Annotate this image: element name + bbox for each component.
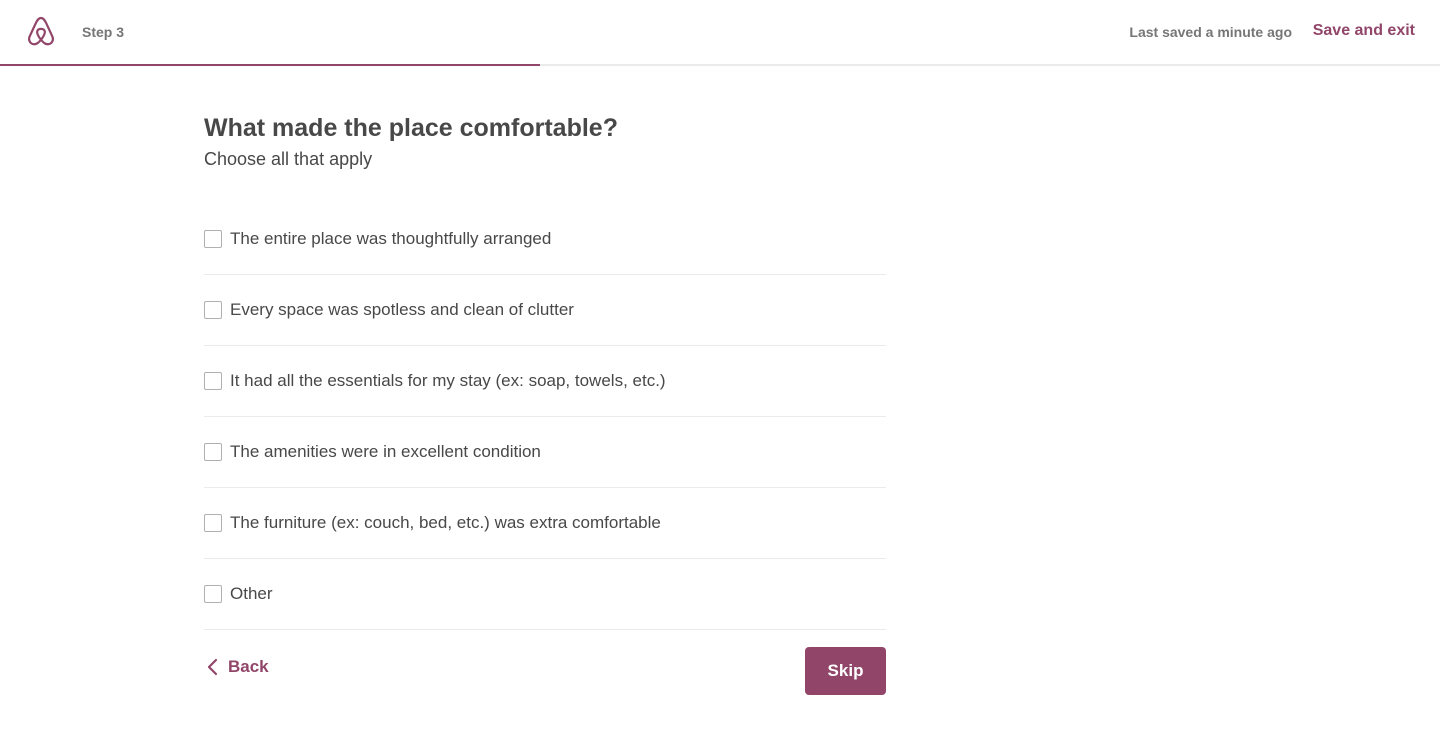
option-label: Other [230,584,273,603]
back-label: Back [228,657,269,676]
chevron-left-icon [204,658,220,676]
checkbox[interactable] [204,514,222,532]
back-button[interactable]: Back [204,657,269,677]
checkbox[interactable] [204,230,222,248]
option-label: The entire place was thoughtfully arrang… [230,229,552,248]
option-label: The furniture (ex: couch, bed, etc.) was… [230,513,661,532]
skip-button[interactable]: Skip [805,647,886,695]
save-and-exit-button[interactable]: Save and exit [1313,21,1415,41]
chevron-left-svg [207,658,218,676]
airbnb-logo-icon[interactable] [24,14,58,50]
option-label: The amenities were in excellent conditio… [230,442,541,461]
step-indicator: Step 3 [82,24,125,40]
option-row[interactable]: Every space was spotless and clean of cl… [204,275,886,346]
options-list: The entire place was thoughtfully arrang… [204,204,886,630]
option-row[interactable]: Other [204,559,886,630]
option-row[interactable]: The amenities were in excellent conditio… [204,417,886,488]
question-panel: What made the place comfortable? Choose … [204,112,886,630]
saved-status: Last saved a minute ago [1129,24,1292,40]
option-row[interactable]: It had all the essentials for my stay (e… [204,346,886,417]
checkbox[interactable] [204,585,222,603]
option-row[interactable]: The furniture (ex: couch, bed, etc.) was… [204,488,886,559]
top-header: Step 3 Last saved a minute ago Save and … [0,0,1440,64]
checkbox[interactable] [204,372,222,390]
progress-bar [0,64,1440,66]
page-title: What made the place comfortable? [204,114,618,142]
checkbox[interactable] [204,443,222,461]
option-label: Every space was spotless and clean of cl… [230,300,574,319]
progress-bar-fill [0,64,540,66]
page-subtitle: Choose all that apply [204,149,373,169]
airbnb-logo-svg [28,16,54,46]
option-row[interactable]: The entire place was thoughtfully arrang… [204,204,886,275]
footer-nav: Back Skip [204,647,886,695]
checkbox[interactable] [204,301,222,319]
option-label: It had all the essentials for my stay (e… [230,371,666,390]
